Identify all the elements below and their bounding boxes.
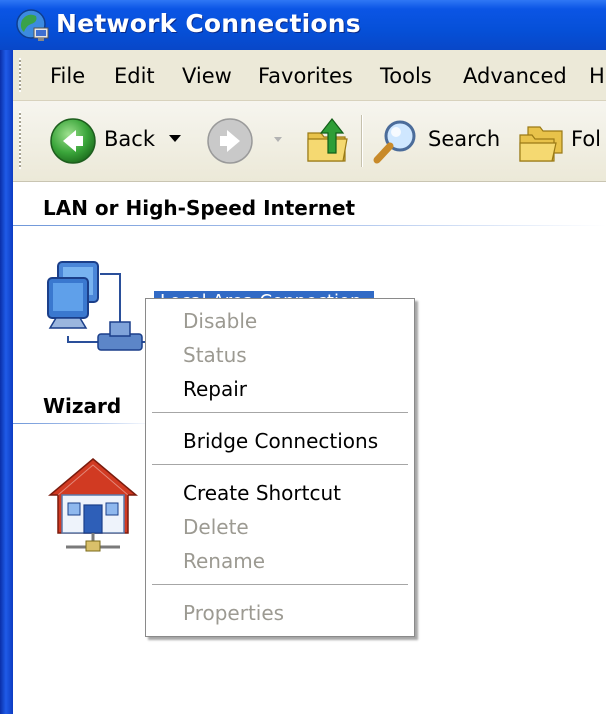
forward-dropdown-icon[interactable]: [273, 136, 283, 144]
ctx-separator: [152, 412, 408, 413]
context-menu: Disable Status Repair Bridge Connections…: [145, 298, 415, 637]
menu-edit[interactable]: Edit: [114, 64, 155, 88]
up-folder-icon[interactable]: [305, 115, 351, 165]
window-left-border: [0, 0, 13, 714]
ctx-delete[interactable]: Delete: [183, 515, 249, 539]
ctx-bridge-connections[interactable]: Bridge Connections: [183, 429, 378, 453]
ctx-repair[interactable]: Repair: [183, 377, 247, 401]
ctx-properties[interactable]: Properties: [183, 601, 284, 625]
ctx-rename[interactable]: Rename: [183, 549, 265, 573]
menu-advanced[interactable]: Advanced: [463, 64, 567, 88]
network-connections-icon: [16, 9, 49, 41]
menu-view[interactable]: View: [182, 64, 232, 88]
menu-file[interactable]: File: [50, 64, 85, 88]
toolbar-separator: [361, 115, 362, 167]
section-wizard-rule: [13, 423, 153, 424]
section-wizard-title: Wizard: [43, 394, 122, 418]
search-label[interactable]: Search: [428, 127, 500, 151]
folders-label[interactable]: Fol: [571, 127, 601, 151]
section-lan-rule: [13, 225, 606, 226]
section-lan-title: LAN or High-Speed Internet: [43, 196, 356, 220]
back-arrow-icon[interactable]: [49, 117, 97, 165]
ctx-status[interactable]: Status: [183, 343, 247, 367]
menu-bar: File Edit View Favorites Tools Advanced …: [13, 50, 606, 101]
title-bar[interactable]: Network Connections: [0, 0, 606, 50]
ctx-separator: [152, 464, 408, 465]
ctx-create-shortcut[interactable]: Create Shortcut: [183, 481, 341, 505]
menu-tools[interactable]: Tools: [380, 64, 432, 88]
back-label[interactable]: Back: [104, 127, 155, 151]
window-title: Network Connections: [56, 9, 361, 38]
dropdown-arrow-icon[interactable]: [168, 134, 182, 144]
ctx-disable[interactable]: Disable: [183, 309, 257, 333]
toolbar-grip[interactable]: [19, 111, 21, 169]
forward-arrow-icon[interactable]: [206, 117, 254, 165]
menubar-grip[interactable]: [19, 58, 21, 92]
menu-help[interactable]: H: [589, 64, 605, 88]
ctx-separator: [152, 584, 408, 585]
toolbar: Back Search Fol: [13, 101, 606, 182]
network-setup-wizard-icon[interactable]: [48, 455, 138, 555]
lan-connection-icon[interactable]: [40, 256, 160, 356]
folders-icon[interactable]: [518, 121, 566, 165]
search-magnifier-icon[interactable]: [371, 117, 421, 167]
menu-favorites[interactable]: Favorites: [258, 64, 353, 88]
